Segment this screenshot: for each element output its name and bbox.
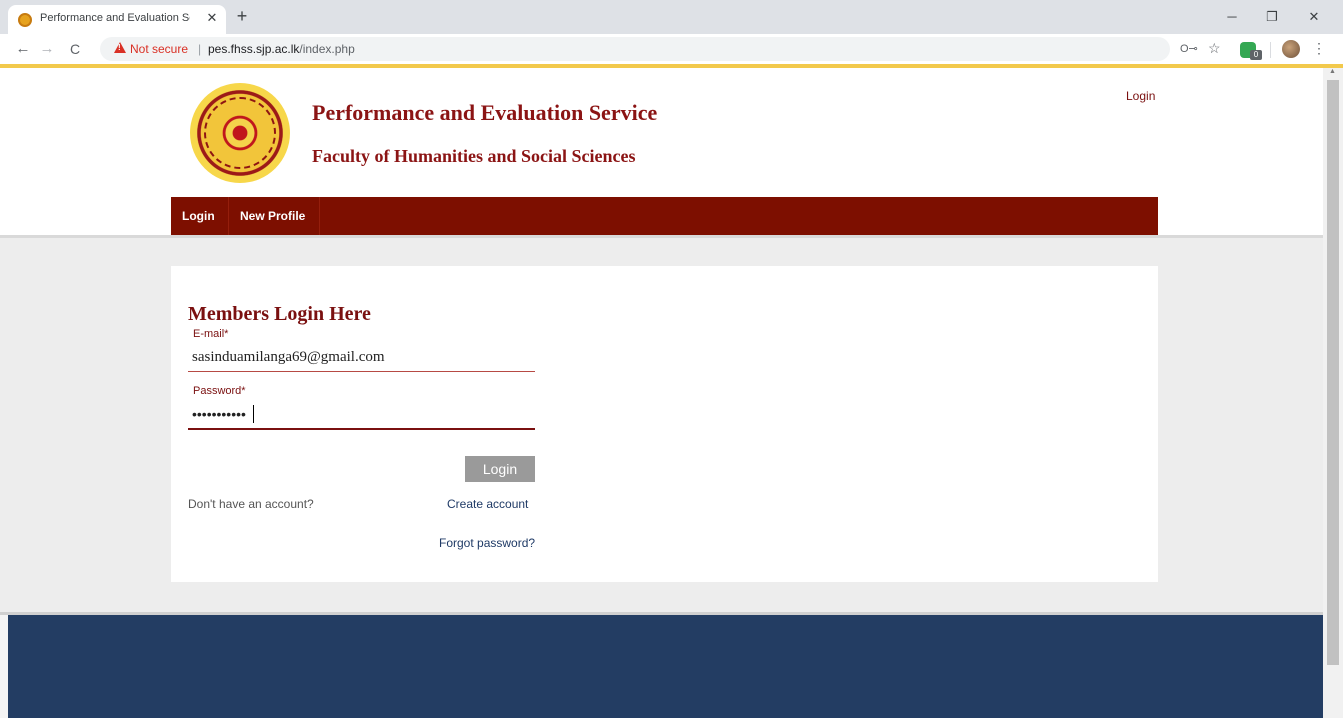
- scrollbar-thumb[interactable]: [1327, 80, 1339, 665]
- key-icon[interactable]: O⊸: [1180, 42, 1198, 55]
- vertical-scrollbar[interactable]: ▲: [1323, 68, 1343, 718]
- site-title: Performance and Evaluation Service: [312, 100, 658, 125]
- new-tab-button[interactable]: +: [232, 7, 252, 27]
- tab-title: Performance and Evaluation Serv: [40, 12, 190, 24]
- toolbar-divider: [1270, 42, 1271, 58]
- bookmark-star-icon[interactable]: ☆: [1208, 40, 1221, 57]
- site-footer: [8, 615, 1323, 718]
- login-form-title: Members Login Here: [188, 303, 371, 325]
- forward-arrow-icon[interactable]: →: [36, 38, 58, 60]
- browser-menu-icon[interactable]: ⋮: [1312, 40, 1326, 57]
- restore-window-button[interactable]: ❐: [1254, 6, 1290, 28]
- email-field[interactable]: [188, 344, 535, 372]
- login-card: Members Login Here E-mail* Password* Log…: [171, 266, 1158, 582]
- forgot-password-link[interactable]: Forgot password?: [439, 536, 535, 550]
- close-window-button[interactable]: ✕: [1296, 6, 1332, 28]
- browser-tab-bar: Performance and Evaluation Serv ✕ + ─ ❐ …: [0, 0, 1343, 34]
- address-bar[interactable]: ! Not secure | pes.fhss.sjp.ac.lk/index.…: [100, 37, 1170, 61]
- security-status[interactable]: Not secure: [130, 42, 188, 56]
- create-account-link[interactable]: Create account: [447, 497, 528, 511]
- text-caret: [253, 405, 254, 423]
- email-label: E-mail*: [193, 328, 229, 340]
- address-separator: |: [198, 42, 202, 56]
- login-button[interactable]: Login: [465, 456, 535, 482]
- password-label: Password*: [193, 385, 246, 397]
- page-viewport: Performance and Evaluation Service Facul…: [0, 68, 1323, 718]
- url-text[interactable]: pes.fhss.sjp.ac.lk/index.php: [208, 42, 355, 56]
- main-navigation: Login New Profile: [171, 197, 1158, 235]
- browser-tab[interactable]: Performance and Evaluation Serv ✕: [8, 5, 226, 34]
- extension-badge: 0: [1250, 50, 1262, 60]
- reload-icon[interactable]: C: [64, 38, 86, 60]
- university-seal-icon: [190, 83, 290, 183]
- site-subtitle: Faculty of Humanities and Social Science…: [312, 146, 636, 166]
- nav-item-login[interactable]: Login: [171, 197, 229, 235]
- no-account-text: Don't have an account?: [188, 497, 314, 511]
- nav-item-new-profile[interactable]: New Profile: [229, 197, 320, 235]
- main-content: Members Login Here E-mail* Password* Log…: [0, 238, 1323, 612]
- scroll-up-icon[interactable]: ▲: [1329, 68, 1336, 75]
- password-field[interactable]: [188, 400, 535, 430]
- close-tab-icon[interactable]: ✕: [204, 10, 220, 26]
- minimize-window-button[interactable]: ─: [1214, 6, 1250, 28]
- favicon-icon: [18, 13, 32, 27]
- back-arrow-icon[interactable]: ←: [12, 38, 34, 60]
- profile-avatar[interactable]: [1282, 40, 1300, 58]
- browser-toolbar: ← → C ! Not secure | pes.fhss.sjp.ac.lk/…: [0, 34, 1343, 64]
- header-login-link[interactable]: Login: [1126, 89, 1155, 103]
